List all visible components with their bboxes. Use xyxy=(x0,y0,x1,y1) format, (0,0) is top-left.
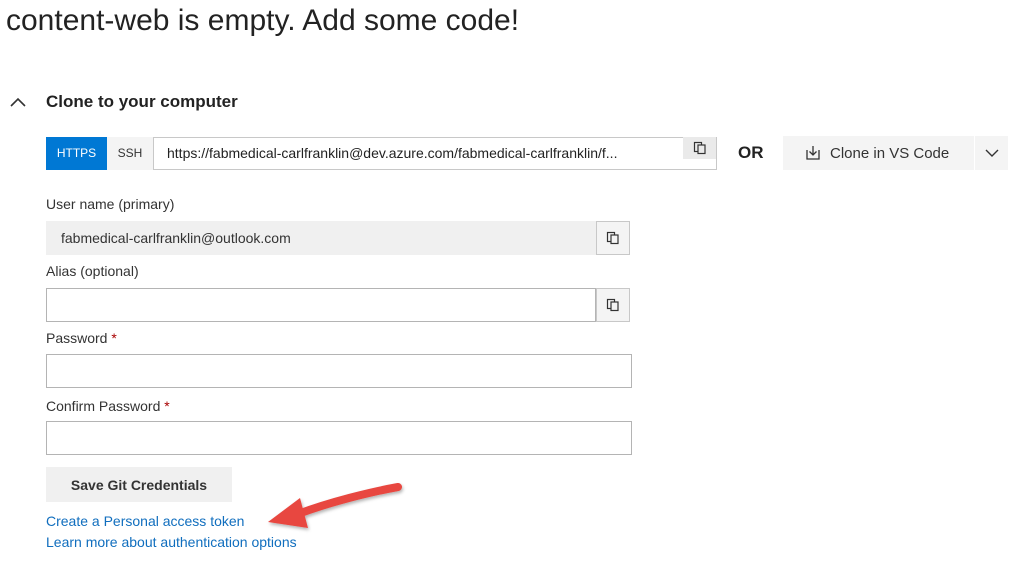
clone-button-label: Clone in VS Code xyxy=(830,144,950,162)
ssh-tab[interactable]: SSH xyxy=(107,137,153,170)
download-icon xyxy=(805,145,821,161)
save-git-credentials-button[interactable]: Save Git Credentials xyxy=(46,467,232,502)
copy-icon xyxy=(606,231,619,245)
or-label: OR xyxy=(738,143,764,162)
confirm-password-label-text: Confirm Password xyxy=(46,398,161,414)
chevron-down-icon xyxy=(985,149,998,157)
confirm-password-label: Confirm Password * xyxy=(46,398,170,414)
username-label: User name (primary) xyxy=(46,196,175,212)
create-personal-access-token-link[interactable]: Create a Personal access token xyxy=(46,513,244,529)
required-marker: * xyxy=(111,330,117,346)
password-label: Password * xyxy=(46,330,117,346)
clone-in-vscode-button[interactable]: Clone in VS Code xyxy=(783,136,974,170)
copy-icon xyxy=(606,298,619,312)
page-title: content-web is empty. Add some code! xyxy=(6,4,520,37)
alias-input[interactable] xyxy=(46,288,596,322)
copy-username-button[interactable] xyxy=(596,221,630,255)
section-title: Clone to your computer xyxy=(46,92,238,111)
required-marker: * xyxy=(164,398,170,414)
confirm-password-input[interactable] xyxy=(46,421,632,455)
annotation-arrow xyxy=(268,483,402,528)
clone-url-field[interactable]: https://fabmedical-carlfranklin@dev.azur… xyxy=(153,137,717,170)
https-tab[interactable]: HTTPS xyxy=(46,137,107,170)
copy-alias-button[interactable] xyxy=(596,288,630,322)
password-input[interactable] xyxy=(46,354,632,388)
copy-url-button[interactable] xyxy=(683,137,716,159)
copy-icon xyxy=(693,141,706,155)
password-label-text: Password xyxy=(46,330,108,346)
chevron-up-icon[interactable] xyxy=(8,92,28,112)
username-field: fabmedical-carlfranklin@outlook.com xyxy=(46,221,596,255)
alias-label: Alias (optional) xyxy=(46,263,139,279)
clone-options-dropdown[interactable] xyxy=(975,136,1008,170)
